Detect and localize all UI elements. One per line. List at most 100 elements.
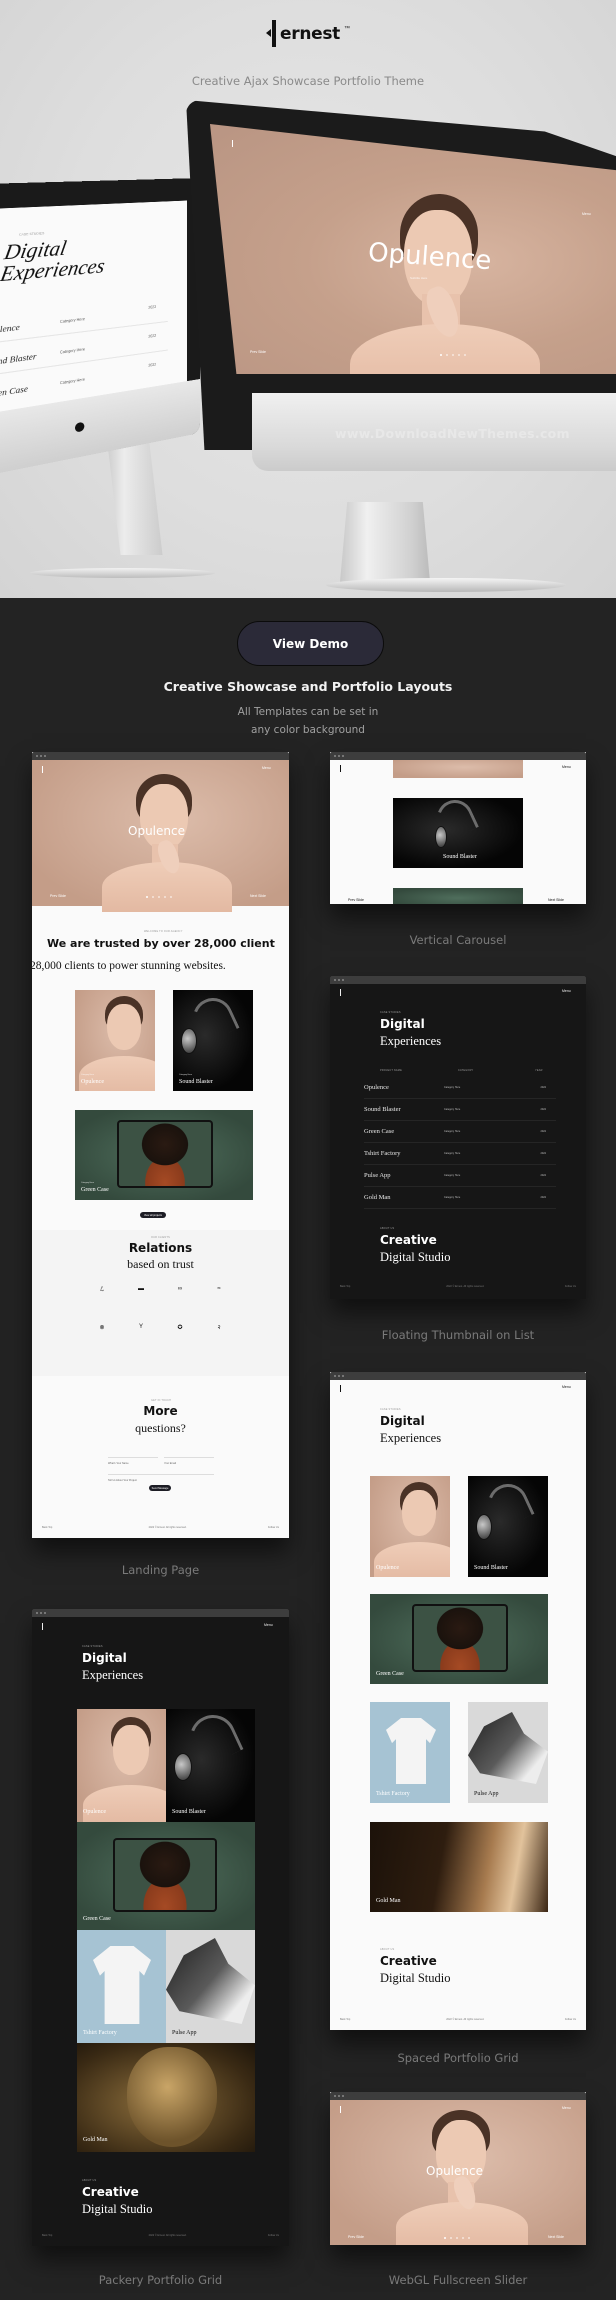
row-category: Category Here: [59, 377, 85, 386]
carousel-slide-next[interactable]: [393, 888, 523, 904]
prev-slide-link[interactable]: Prev Slide: [348, 2235, 364, 2239]
slide-pagination[interactable]: [440, 354, 466, 356]
prev-slide-link[interactable]: Prev Slide: [250, 350, 266, 354]
table-row[interactable]: Green Case Category Here 2022: [364, 1122, 556, 1143]
email-placeholder: Your Email: [164, 1462, 176, 1465]
window-bar: [330, 1372, 586, 1380]
project-field[interactable]: Tell Us About Your Project: [108, 1468, 214, 1482]
floating-thumbnail-body: Menu CASE STUDIES Digital Experiences PR…: [330, 984, 586, 1299]
client-circle-logo-icon: ⊗: [99, 1324, 105, 1331]
project-card[interactable]: Green Case: [77, 1822, 255, 1930]
project-card[interactable]: Category Here Sound Blaster: [173, 990, 253, 1091]
carousel-slide-previous[interactable]: [393, 760, 523, 778]
view-all-projects-button[interactable]: View all projects: [140, 1212, 166, 1218]
next-slide-link[interactable]: Next Slide: [250, 894, 266, 898]
menu-link[interactable]: Menu: [264, 1623, 273, 1627]
card-name: Sound Blaster: [172, 1809, 206, 1815]
clients-kicker: OUR CLIENTS: [151, 1236, 171, 1239]
project-card[interactable]: Tshirt Factory: [370, 1702, 450, 1803]
floating-thumbnail-preview[interactable]: Menu CASE STUDIES Digital Experiences PR…: [330, 976, 586, 1299]
slide-pagination[interactable]: [146, 896, 172, 898]
project-card[interactable]: Sound Blaster: [166, 1709, 255, 1822]
row-name: Sound Blaster: [0, 351, 37, 369]
project-card[interactable]: Category Here Green Case: [75, 1110, 253, 1200]
follow-us-link[interactable]: Follow Us: [565, 2018, 576, 2021]
card-name: Sound Blaster: [179, 1079, 213, 1085]
follow-us-link[interactable]: Follow Us: [268, 1526, 279, 1529]
webgl-slider-caption: WebGL Fullscreen Slider: [388, 2273, 528, 2287]
project-card[interactable]: Opulence: [77, 1709, 166, 1822]
slide-pagination[interactable]: [444, 2237, 470, 2239]
follow-us-link[interactable]: Follow Us: [268, 2234, 279, 2237]
menu-link[interactable]: Menu: [262, 766, 271, 770]
project-card[interactable]: Pulse App: [166, 1930, 255, 2043]
spaced-grid-caption: Spaced Portfolio Grid: [397, 2051, 519, 2065]
table-row[interactable]: Opulence Category Here 2022: [364, 1078, 556, 1099]
floating-thumbnail-caption: Floating Thumbnail on List: [381, 1328, 535, 1342]
col-header-year[interactable]: YEAR: [535, 1069, 543, 1072]
row-year: 2022: [540, 1108, 546, 1111]
send-message-button[interactable]: Send Message: [149, 1485, 171, 1491]
menu-link[interactable]: Menu: [562, 989, 571, 993]
prev-slide-link[interactable]: Prev Slide: [348, 898, 364, 902]
subtitle-line-1: All Templates can be set in: [237, 706, 379, 718]
relations-subheading: based on trust: [127, 1257, 194, 1271]
name-field[interactable]: What's Your Name: [108, 1451, 158, 1465]
hero-section: ernest ™ Creative Ajax Showcase Portfoli…: [0, 0, 616, 598]
apple-logo-icon: ●: [73, 413, 87, 440]
client-hook-logo-icon: २: [217, 1325, 221, 1331]
row-category: Category Here: [444, 1130, 461, 1133]
spaced-grid-preview[interactable]: Menu CASE STUDIES Digital Experiences Op…: [330, 1372, 586, 2030]
carousel-slide-active[interactable]: Sound Blaster: [393, 798, 523, 868]
vertical-carousel-preview[interactable]: Menu Sound Blaster Prev Slide Next Slide: [330, 752, 586, 904]
back-top-link[interactable]: Back Top: [340, 2018, 350, 2021]
col-header-project[interactable]: PROJECT NAME: [380, 1069, 402, 1072]
follow-us-link[interactable]: Follow Us: [565, 1285, 576, 1288]
menu-link[interactable]: Menu: [562, 2106, 571, 2110]
project-card[interactable]: Pulse App: [468, 1702, 548, 1803]
mini-logo-icon: [340, 1385, 343, 1392]
project-card[interactable]: Green Case: [370, 1594, 548, 1684]
window-bar: [330, 752, 586, 760]
table-row[interactable]: Sound Blaster Category Here 2022: [364, 1100, 556, 1121]
card-category: Category Here: [81, 1074, 95, 1076]
mini-logo-icon: [232, 140, 235, 147]
row-name: Opulence: [0, 322, 20, 337]
next-slide-link[interactable]: Next Slide: [548, 898, 564, 902]
webgl-slider-preview[interactable]: Menu Opulence Prev Slide Next Slide: [330, 2092, 586, 2245]
menu-link[interactable]: Menu: [562, 1385, 571, 1389]
next-slide-link[interactable]: Next Slide: [548, 2235, 564, 2239]
card-name: Opulence: [81, 1079, 104, 1085]
vertical-carousel-caption: Vertical Carousel: [409, 933, 507, 947]
packery-grid-preview[interactable]: Menu CASE STUDIES Digital Experiences Op…: [32, 1609, 289, 2246]
col-header-category[interactable]: CATEGORY: [458, 1069, 473, 1072]
view-demo-button[interactable]: View Demo: [237, 621, 384, 666]
menu-link[interactable]: Menu: [562, 765, 571, 769]
project-card[interactable]: Sound Blaster: [468, 1476, 548, 1577]
row-category: Category Here: [444, 1086, 461, 1089]
digital-heading: Digital: [82, 1651, 127, 1665]
project-card[interactable]: Category Here Opulence: [75, 990, 155, 1091]
table-row[interactable]: Pulse App Category Here 2022: [364, 1166, 556, 1187]
project-card[interactable]: Tshirt Factory: [77, 1930, 166, 2043]
project-card[interactable]: Opulence: [370, 1476, 450, 1577]
email-field[interactable]: Your Email: [164, 1451, 214, 1465]
prev-slide-link[interactable]: Prev Slide: [50, 894, 66, 898]
row-name: Gold Man: [364, 1194, 391, 1201]
back-top-link[interactable]: Back Top: [340, 1285, 350, 1288]
row-category: Category Here: [444, 1152, 461, 1155]
table-row[interactable]: Gold Man Category Here 2022: [364, 1188, 556, 1209]
back-top-link[interactable]: Back Top: [42, 1526, 52, 1529]
project-card[interactable]: Gold Man: [77, 2043, 255, 2152]
mini-logo-icon: [42, 766, 45, 773]
menu-link[interactable]: Menu: [582, 212, 591, 216]
card-name: Sound Blaster: [474, 1565, 508, 1571]
table-row[interactable]: Tshirt Factory Category Here 2022: [364, 1144, 556, 1165]
card-name: Tshirt Factory: [376, 1791, 410, 1797]
card-name: Pulse App: [172, 2030, 197, 2036]
client-block-logo-icon: ▬: [138, 1286, 144, 1292]
back-top-link[interactable]: Back Top: [42, 2234, 52, 2237]
project-card[interactable]: Gold Man: [370, 1822, 548, 1912]
landing-page-preview[interactable]: Menu Opulence Prev Slide Next Slide WELC…: [32, 752, 289, 1538]
spaced-grid-body: Menu CASE STUDIES Digital Experiences Op…: [330, 1380, 586, 2030]
